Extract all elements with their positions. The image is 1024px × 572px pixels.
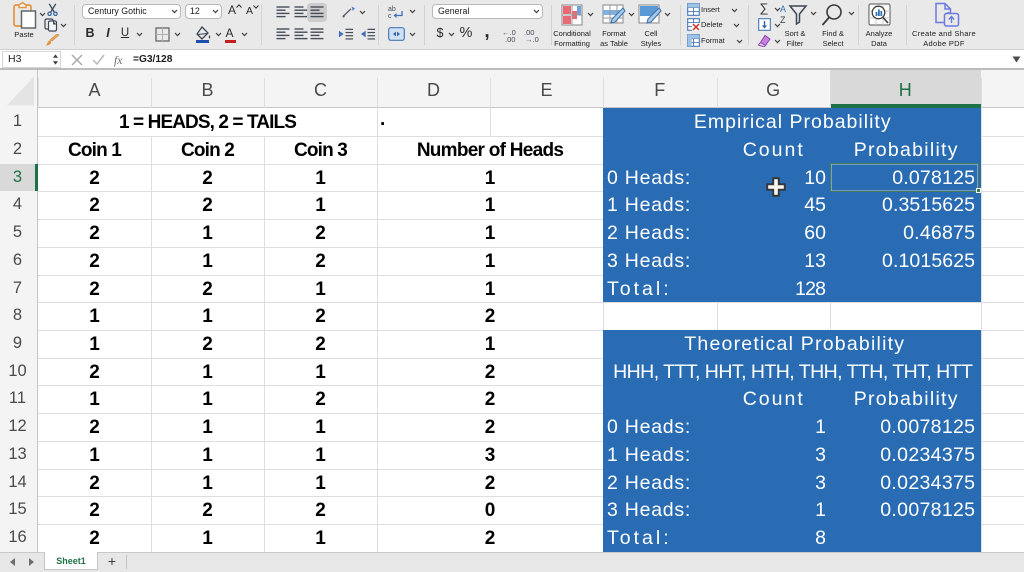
svg-text:Z: Z <box>780 15 786 25</box>
svg-text:A: A <box>780 4 786 14</box>
svg-text:ab: ab <box>388 6 396 13</box>
svg-text:.00: .00 <box>505 35 515 42</box>
svg-text:c: c <box>388 13 392 19</box>
svg-text:→.0: →.0 <box>525 35 539 42</box>
svg-text:fx: fx <box>114 55 123 67</box>
